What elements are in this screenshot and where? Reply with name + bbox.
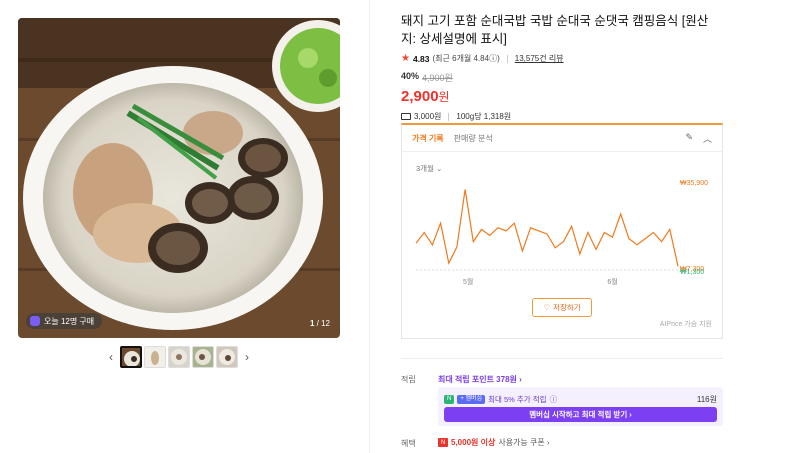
membership-top: N + 멤버십 최대 5% 추가 적립 ⓘ bbox=[444, 394, 557, 405]
thumbnail-3[interactable] bbox=[168, 346, 190, 368]
panel-icons: ✎ ︿ bbox=[685, 132, 712, 145]
thumbnail-image bbox=[169, 347, 189, 367]
discount-row: 40% 4,900원 bbox=[401, 71, 723, 84]
x-tick-label-may: 5월 bbox=[463, 277, 473, 286]
review-count-link[interactable]: 13,575건 리뷰 bbox=[515, 53, 564, 64]
thumbnail-image bbox=[193, 347, 213, 367]
thumbnail-2[interactable] bbox=[144, 346, 166, 368]
x-tick-label-june: 6월 bbox=[607, 277, 617, 286]
tab-sales-analysis[interactable]: 판매량 분석 bbox=[454, 133, 493, 144]
tab-price-history[interactable]: 가격 기록 bbox=[412, 133, 444, 144]
max-price-label: ₩35,900 bbox=[680, 180, 708, 187]
aiprice-footer: AIPrice 가슴 지원 bbox=[659, 321, 712, 328]
chart-area: 3개월 ⌄ ₩35,900 ₩7,300 ₩1,300 5월 6월 ♡ 저장하기 AIP… bbox=[402, 151, 722, 339]
thumbnail-4[interactable] bbox=[192, 346, 214, 368]
rating-recent-close: ) bbox=[497, 54, 500, 63]
max-points-link[interactable]: 최대 적립 포인트 378원 › bbox=[438, 374, 522, 385]
coupon-tag-icon: N bbox=[438, 438, 448, 447]
price-history-panel: 가격 기록 판매량 분석 ✎ ︿ 3개월 ⌄ ₩35,900 ₩7,300 ₩1,3… bbox=[401, 123, 723, 339]
image-counter-current: 1 bbox=[309, 319, 315, 328]
divider bbox=[369, 0, 370, 453]
membership-start-button[interactable]: 멤버십 시작하고 최대 적립 받기 › bbox=[444, 407, 717, 422]
membership-text: 최대 5% 추가 적립 bbox=[488, 395, 547, 404]
benefit-label: 혜택 bbox=[401, 439, 416, 448]
thumbnail-image bbox=[122, 348, 140, 366]
shipping-row: 3,000원 100g당 1,318원 bbox=[401, 111, 723, 122]
thumbnail-image bbox=[145, 347, 165, 367]
chevron-up-icon[interactable]: ︿ bbox=[703, 132, 712, 145]
rating-score: 4.83 bbox=[412, 53, 430, 64]
truck-icon bbox=[401, 113, 411, 120]
sale-price: 2,900원 bbox=[401, 88, 723, 105]
shipping-fee: 3,000원 bbox=[414, 112, 442, 121]
discount-rate: 40% bbox=[401, 71, 420, 81]
coupon-amount: 5,000원 이상 bbox=[451, 438, 496, 447]
thumbnail-1[interactable] bbox=[120, 346, 142, 368]
product-info: 돼지 고기 포함 순대국밥 국밥 순대국 순댓국 캠핑음식 [원산지: 상세설명… bbox=[401, 12, 723, 122]
thumbnail-image bbox=[217, 347, 237, 367]
separator bbox=[448, 112, 450, 121]
prev-image-arrow-icon[interactable]: ‹ bbox=[104, 350, 118, 364]
coupon-text: 사용가능 쿠폰 › bbox=[498, 438, 550, 447]
rating-recent-text: (최근 6개월 4.84 bbox=[432, 54, 490, 63]
thumbnail-strip: ‹ › bbox=[104, 346, 254, 368]
rating-row: ★ 4.83 (최근 6개월 4.84ⓘ) 13,575건 리뷰 bbox=[401, 53, 723, 64]
edit-icon[interactable]: ✎ bbox=[685, 132, 693, 145]
purchase-count-text: 오늘 12명 구매 bbox=[44, 316, 95, 326]
main-product-image[interactable]: 오늘 12명 구매 1 / 12 bbox=[18, 18, 340, 338]
points-label: 적립 bbox=[401, 375, 416, 384]
membership-box: N + 멤버십 최대 5% 추가 적립 ⓘ 116원 멤버십 시작하고 최대 적… bbox=[438, 387, 723, 426]
membership-badge-n: N bbox=[444, 395, 455, 404]
heart-icon: ♡ bbox=[543, 303, 551, 312]
thumbnail-5[interactable] bbox=[216, 346, 238, 368]
save-button[interactable]: ♡ 저장하기 bbox=[532, 298, 592, 317]
cart-icon bbox=[30, 316, 40, 326]
star-icon: ★ bbox=[401, 53, 410, 64]
info-icon[interactable]: ⓘ bbox=[489, 54, 497, 63]
info-icon[interactable]: ⓘ bbox=[550, 394, 558, 405]
next-image-arrow-icon[interactable]: › bbox=[240, 350, 254, 364]
membership-badge-plus: + 멤버십 bbox=[457, 395, 486, 404]
separator bbox=[506, 54, 508, 63]
original-price: 4,900원 bbox=[422, 73, 453, 83]
unit-price: 100g당 1,318원 bbox=[456, 112, 512, 121]
price-series-line bbox=[415, 189, 679, 267]
section-divider bbox=[401, 358, 723, 359]
min-price-label-2: ₩1,300 bbox=[680, 269, 704, 276]
sale-price-unit: 원 bbox=[438, 90, 450, 104]
soup-photo bbox=[18, 18, 340, 338]
sale-price-value: 2,900 bbox=[401, 88, 439, 105]
membership-amount: 116원 bbox=[696, 395, 717, 404]
save-button-label: 저장하기 bbox=[553, 303, 581, 312]
rating-recent: (최근 6개월 4.84ⓘ) bbox=[433, 53, 500, 64]
image-counter: 1 / 12 bbox=[310, 319, 330, 328]
image-counter-total: / 12 bbox=[316, 319, 330, 328]
panel-tabs: 가격 기록 판매량 분석 ✎ ︿ bbox=[402, 125, 722, 151]
product-page: 오늘 12명 구매 1 / 12 ‹ › 돼지 고기 포함 순대국밥 국밥 순대… bbox=[0, 0, 800, 453]
purchase-count-badge: 오늘 12명 구매 bbox=[26, 313, 103, 329]
coupon-row[interactable]: N 5,000원 이상 사용가능 쿠폰 › bbox=[438, 437, 550, 448]
product-title: 돼지 고기 포함 순대국밥 국밥 순대국 순댓국 캠핑음식 [원산지: 상세설명… bbox=[401, 14, 709, 46]
